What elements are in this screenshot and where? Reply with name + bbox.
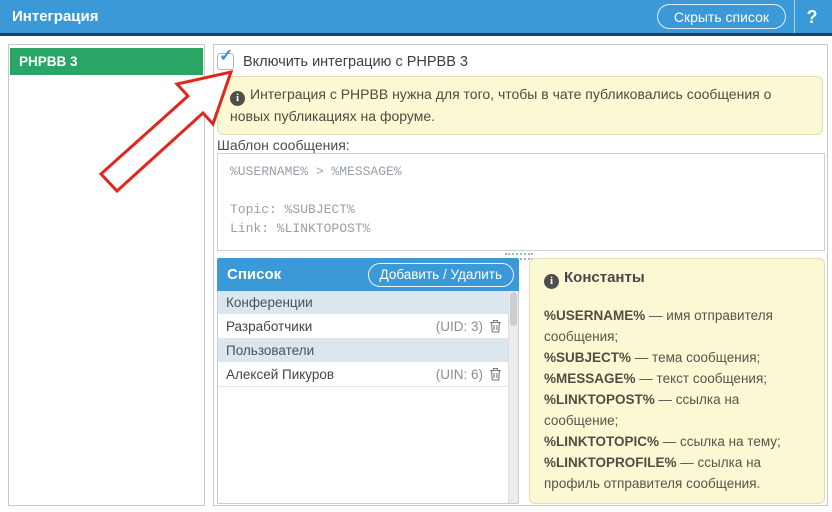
trash-icon bbox=[489, 319, 502, 333]
constants-list: %USERNAME% — имя отправителя сообщения; … bbox=[544, 305, 810, 494]
main-panel: ✓ Включить интеграцию с PHPBB 3 iИнтегра… bbox=[213, 44, 828, 506]
constant-name: %SUBJECT% bbox=[544, 350, 631, 365]
help-icon[interactable]: ? bbox=[798, 3, 826, 31]
constant-name: %LINKTOPOST% bbox=[544, 392, 655, 407]
trash-icon bbox=[489, 367, 502, 381]
list-item-id: (UIN: 6) bbox=[436, 367, 483, 382]
list-group-header: Конференции bbox=[218, 291, 518, 314]
enable-integration-label: Включить интеграцию с PHPBB 3 bbox=[243, 54, 468, 70]
constants-title: i Константы bbox=[544, 269, 810, 289]
list-item-right: (UID: 3) bbox=[436, 319, 502, 334]
delete-item-button[interactable] bbox=[489, 319, 502, 333]
sidebar-item-phpbb3[interactable]: PHPBB 3 bbox=[10, 48, 203, 75]
page-title: Интеграция bbox=[12, 0, 98, 33]
add-remove-button[interactable]: Добавить / Удалить bbox=[368, 263, 514, 287]
constant-desc: — текст сообщения; bbox=[639, 371, 767, 386]
list-item-name: Алексей Пикуров bbox=[226, 367, 334, 382]
constant-name: %USERNAME% bbox=[544, 308, 645, 323]
list-body: Конференции Разработчики (UID: 3) Пользо… bbox=[217, 291, 519, 504]
header-divider bbox=[794, 0, 795, 33]
constants-panel: i Константы %USERNAME% — имя отправителя … bbox=[529, 258, 825, 504]
list-header: Список Добавить / Удалить bbox=[217, 258, 519, 291]
hide-list-button[interactable]: Скрыть список bbox=[657, 4, 786, 29]
enable-integration-checkbox[interactable]: ✓ bbox=[217, 53, 234, 70]
list-item-name: Разработчики bbox=[226, 319, 312, 334]
list-group-header: Пользователи bbox=[218, 339, 518, 362]
header-bar: Интеграция Скрыть список ? bbox=[0, 0, 832, 36]
message-template-input[interactable]: %USERNAME% > %MESSAGE% Topic: %SUBJECT% … bbox=[217, 153, 825, 251]
integration-note-text: Интеграция с PHPBB нужна для того, чтобы… bbox=[230, 86, 771, 124]
list-scrollbar-thumb[interactable] bbox=[510, 292, 517, 326]
sidebar: PHPBB 3 bbox=[8, 44, 205, 506]
constant-name: %LINKTOTOPIC% bbox=[544, 434, 659, 449]
list-item-id: (UID: 3) bbox=[436, 319, 483, 334]
constant-desc: — тема сообщения; bbox=[635, 350, 761, 365]
delete-item-button[interactable] bbox=[489, 367, 502, 381]
integration-note: iИнтеграция с PHPBB нужна для того, чтоб… bbox=[217, 76, 823, 135]
template-label: Шаблон сообщения: bbox=[217, 137, 350, 153]
constants-title-text: Константы bbox=[564, 269, 645, 286]
constant-name: %MESSAGE% bbox=[544, 371, 636, 386]
checkmark-icon: ✓ bbox=[219, 47, 233, 64]
list-title: Список bbox=[227, 266, 281, 283]
info-icon: i bbox=[230, 91, 245, 106]
list-item-right: (UIN: 6) bbox=[436, 367, 502, 382]
list-scrollbar[interactable] bbox=[508, 291, 518, 503]
enable-integration-row: ✓ Включить интеграцию с PHPBB 3 bbox=[217, 53, 468, 70]
list-item: Алексей Пикуров (UIN: 6) bbox=[218, 362, 518, 387]
constant-desc: — ссылка на тему; bbox=[663, 434, 781, 449]
list-panel: Список Добавить / Удалить Конференции Ра… bbox=[217, 258, 519, 504]
integration-settings-page: Интеграция Скрыть список ? PHPBB 3 ✓ Вкл… bbox=[0, 0, 832, 512]
list-item: Разработчики (UID: 3) bbox=[218, 314, 518, 339]
constant-name: %LINKTOPROFILE% bbox=[544, 455, 677, 470]
info-icon: i bbox=[544, 274, 559, 289]
